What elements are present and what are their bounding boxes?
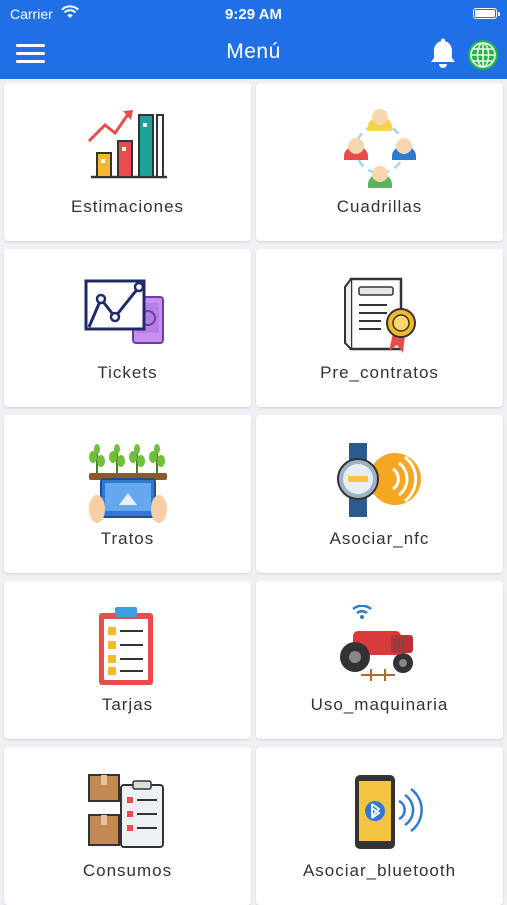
menu-card-label: Asociar_nfc — [329, 529, 430, 548]
status-bar: Carrier 9:29 AM — [0, 0, 507, 28]
certificate-contract-icon — [343, 277, 416, 353]
menu-card-consumos[interactable]: Consumos — [4, 747, 251, 905]
bar-chart-growth-icon — [87, 110, 167, 179]
team-group-icon — [343, 109, 416, 188]
plants-tablet-icon — [88, 444, 167, 523]
menu-card-tickets[interactable]: Tickets — [4, 249, 251, 407]
menu-card-label: Tickets — [97, 363, 158, 382]
globe-icon[interactable] — [467, 39, 499, 71]
menu-card-asociar-nfc[interactable]: Asociar_nfc — [256, 415, 503, 573]
menu-card-tratos[interactable]: Tratos — [4, 415, 251, 573]
boxes-checklist-icon — [87, 774, 164, 848]
menu-card-asociar-bluetooth[interactable]: Asociar_bluetooth — [256, 747, 503, 905]
menu-card-pre-contratos[interactable]: Pre_contratos — [256, 249, 503, 407]
menu-card-label: Tratos — [100, 529, 155, 548]
phone-bluetooth-icon — [354, 775, 423, 849]
menu-card-label: Consumos — [82, 861, 173, 880]
battery-icon — [473, 8, 500, 19]
nfc-watch-icon — [336, 443, 421, 517]
menu-grid: Estimaciones Cuadrillas Tickets Pre_cont… — [0, 79, 507, 905]
tractor-icon — [339, 605, 413, 681]
menu-card-label: Cuadrillas — [336, 197, 423, 216]
clipboard-checklist-icon — [98, 607, 153, 685]
menu-card-label: Uso_maquinaria — [310, 695, 449, 714]
menu-card-cuadrillas[interactable]: Cuadrillas — [256, 83, 503, 241]
menu-card-estimaciones[interactable]: Estimaciones — [4, 83, 251, 241]
menu-card-label: Estimaciones — [70, 197, 185, 216]
status-time: 9:29 AM — [225, 6, 282, 23]
menu-card-label: Asociar_bluetooth — [302, 861, 457, 880]
bell-icon[interactable] — [428, 38, 458, 70]
menu-card-label: Tarjas — [101, 695, 154, 714]
tablet-graph-icon — [84, 279, 164, 344]
app-header: Carrier 9:29 AM Menú — [0, 0, 507, 79]
menu-card-label: Pre_contratos — [320, 363, 439, 382]
navigation-bar: Menú — [0, 28, 507, 79]
menu-card-uso-maquinaria[interactable]: Uso_maquinaria — [256, 581, 503, 739]
menu-card-tarjas[interactable]: Tarjas — [4, 581, 251, 739]
